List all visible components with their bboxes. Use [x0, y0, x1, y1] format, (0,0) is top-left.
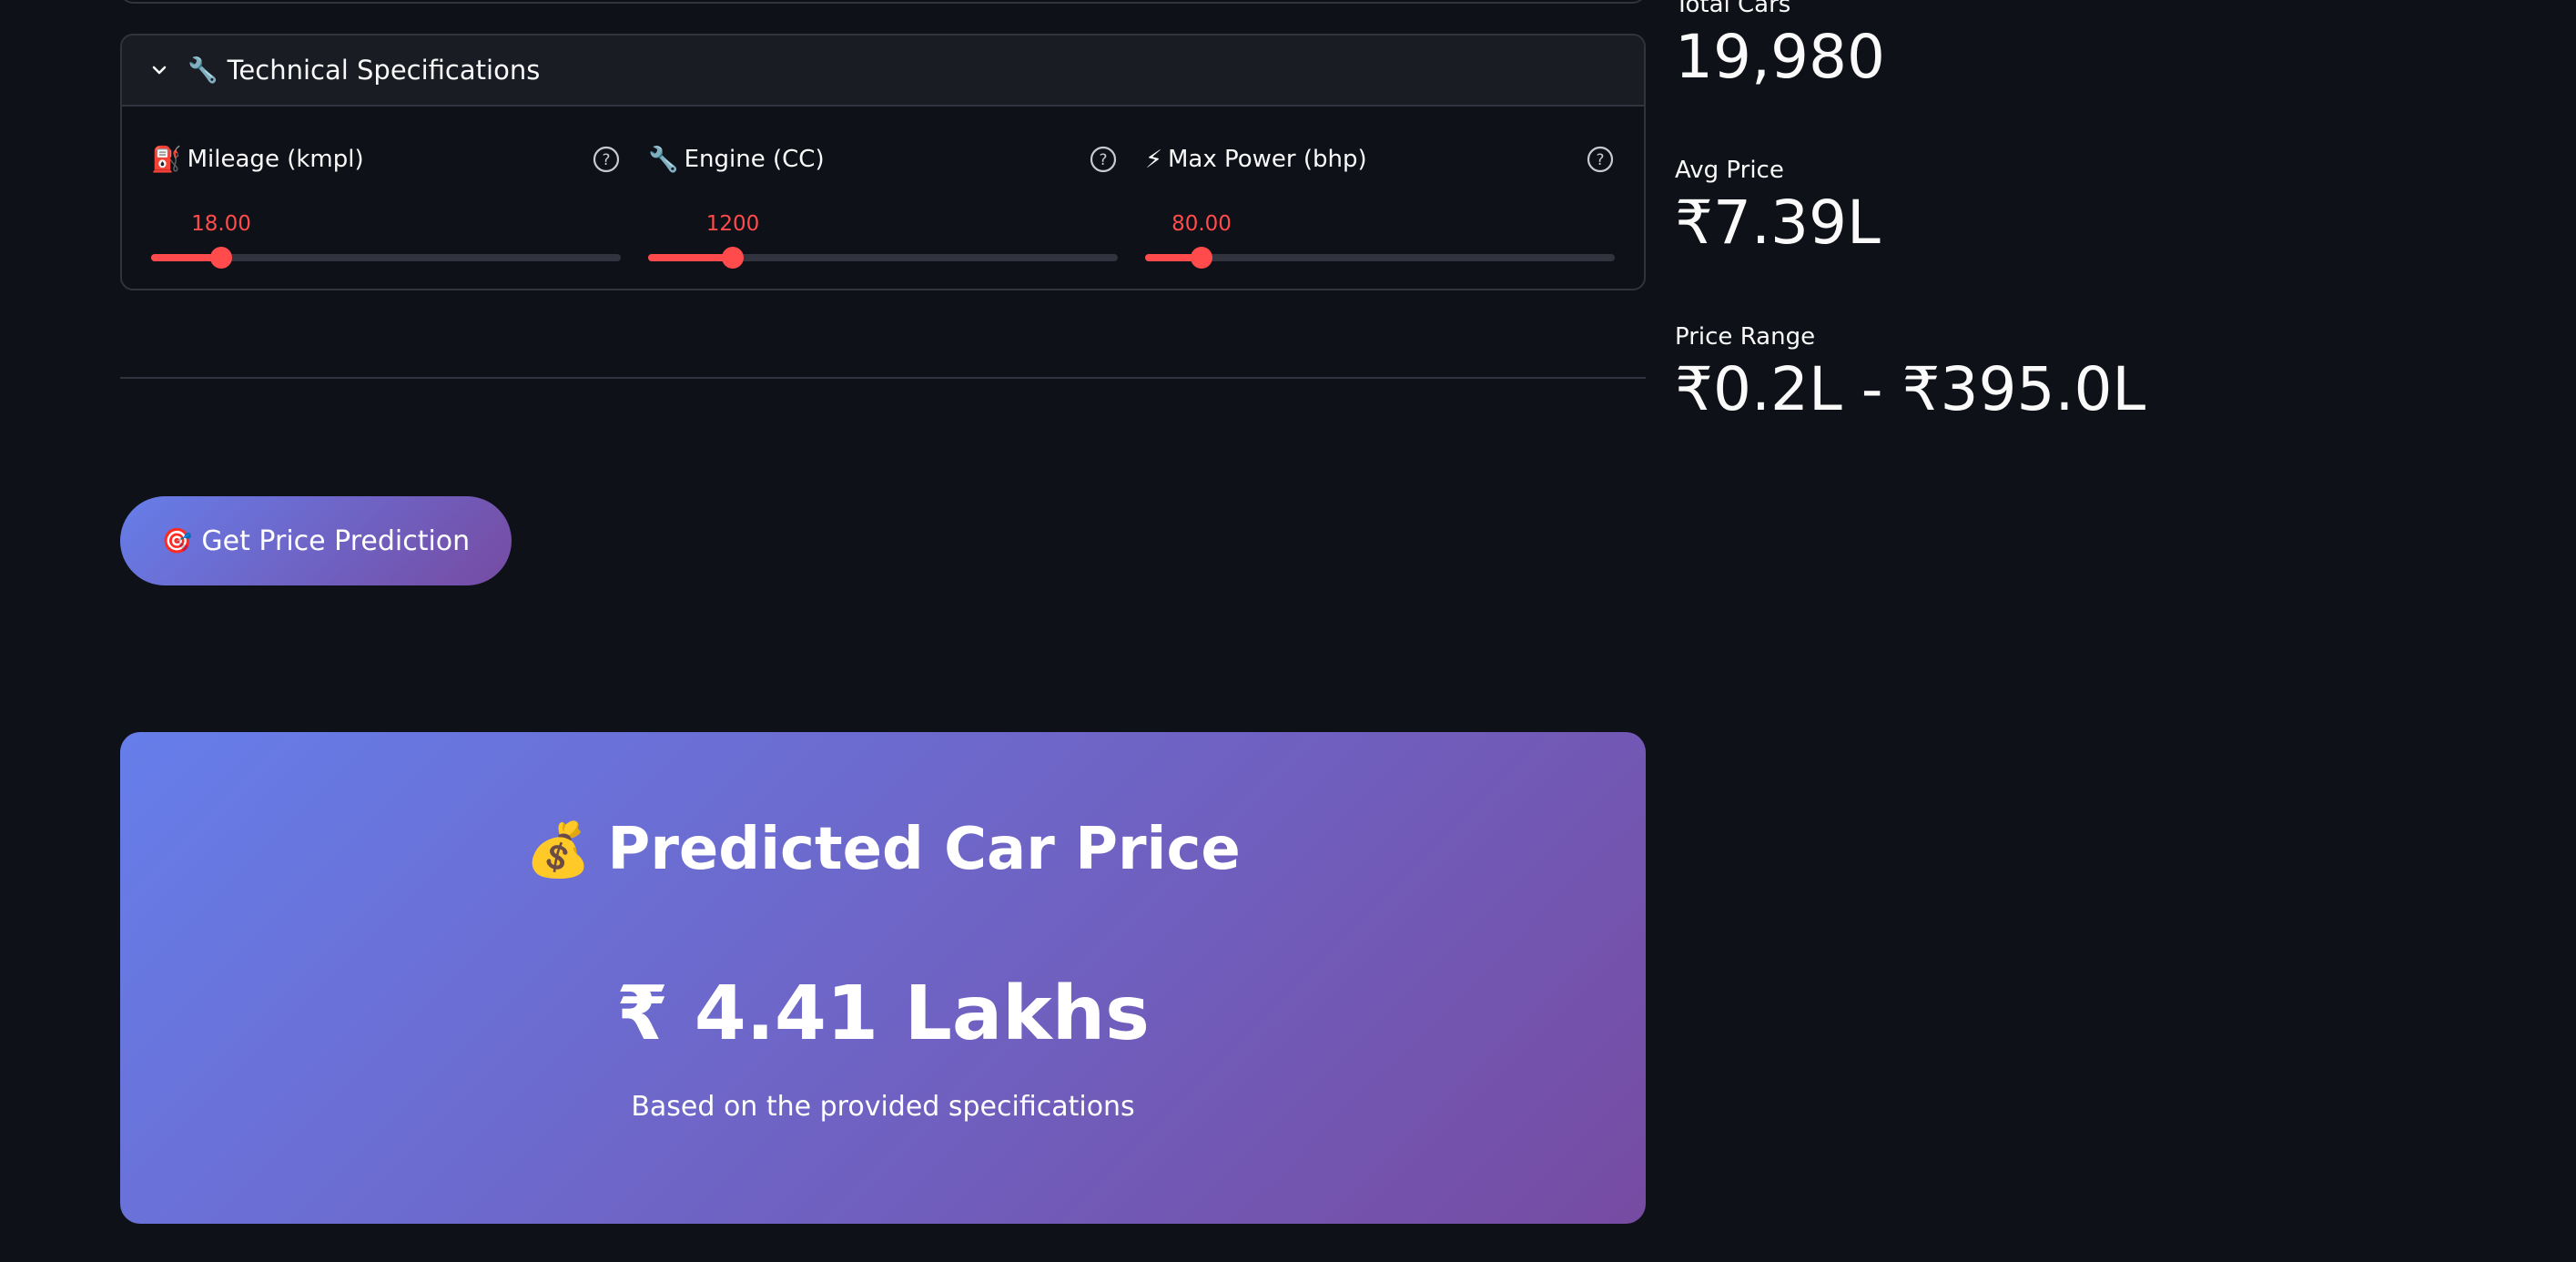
metric-value: 19,980	[1675, 22, 1885, 92]
result-title: Predicted Car Price	[607, 816, 1241, 883]
prediction-result-card: 💰 Predicted Car Price ₹ 4.41 Lakhs Based…	[120, 732, 1646, 1224]
help-icon[interactable]: ?	[1586, 145, 1615, 174]
svg-text:?: ?	[602, 151, 610, 169]
section-divider	[120, 377, 1646, 379]
engine-label: Engine (CC)	[684, 146, 825, 173]
engine-slider: 🔧 Engine (CC) ? 1200	[648, 139, 1118, 269]
expander-header[interactable]: 🔧 Technical Specifications	[122, 36, 1644, 107]
mileage-value: 18.00	[191, 212, 251, 236]
slider-thumb[interactable]	[1191, 247, 1212, 269]
metric-value: ₹0.2L - ₹395.0L	[1675, 354, 2146, 424]
max-power-value: 80.00	[1171, 212, 1232, 236]
expander-title: Technical Specifications	[227, 55, 541, 86]
previous-section-border	[120, 0, 1646, 4]
engine-slider-track[interactable]	[648, 247, 1118, 269]
metric-label: Price Range	[1675, 323, 1816, 351]
slider-fill	[648, 254, 733, 261]
metric-label: Avg Price	[1675, 157, 1784, 184]
wrench-icon: 🔧	[188, 56, 218, 85]
metric-label: Total Cars	[1675, 0, 1791, 18]
slider-thumb[interactable]	[722, 247, 744, 269]
mileage-slider: ⛽ Mileage (kmpl) ? 18.00	[151, 139, 621, 269]
get-price-prediction-button[interactable]: 🎯 Get Price Prediction	[120, 496, 512, 585]
metric-avg-price: Avg Price ₹7.39L	[1675, 157, 1881, 258]
svg-text:?: ?	[1099, 151, 1107, 169]
result-subtitle: Based on the provided specifications	[631, 1091, 1135, 1123]
metric-price-range: Price Range ₹0.2L - ₹395.0L	[1675, 323, 2145, 424]
help-icon[interactable]: ?	[592, 145, 621, 174]
svg-text:?: ?	[1596, 151, 1604, 169]
lightning-icon: ⚡	[1145, 145, 1162, 174]
metric-total-cars: Total Cars 19,980	[1675, 0, 1885, 92]
help-icon[interactable]: ?	[1089, 145, 1118, 174]
metric-value: ₹7.39L	[1675, 188, 1881, 258]
max-power-slider: ⚡ Max Power (bhp) ? 80.00	[1145, 139, 1615, 269]
engine-value: 1200	[705, 212, 760, 236]
result-title-row: 💰 Predicted Car Price	[120, 816, 1646, 883]
slider-thumb[interactable]	[210, 247, 232, 269]
predict-button-label: Get Price Prediction	[201, 524, 471, 557]
mileage-label: Mileage (kmpl)	[187, 146, 364, 173]
mileage-slider-track[interactable]	[151, 247, 621, 269]
fuel-pump-icon: ⛽	[151, 145, 182, 174]
max-power-slider-track[interactable]	[1145, 247, 1615, 269]
target-icon: 🎯	[161, 526, 193, 555]
money-bag-icon: 💰	[525, 819, 592, 880]
max-power-label: Max Power (bhp)	[1167, 146, 1367, 173]
wrench-icon: 🔧	[648, 145, 679, 174]
chevron-down-icon[interactable]	[151, 62, 167, 78]
predicted-price: ₹ 4.41 Lakhs	[616, 971, 1150, 1057]
technical-specifications-expander: 🔧 Technical Specifications ⛽ Mileage (km…	[120, 34, 1646, 290]
